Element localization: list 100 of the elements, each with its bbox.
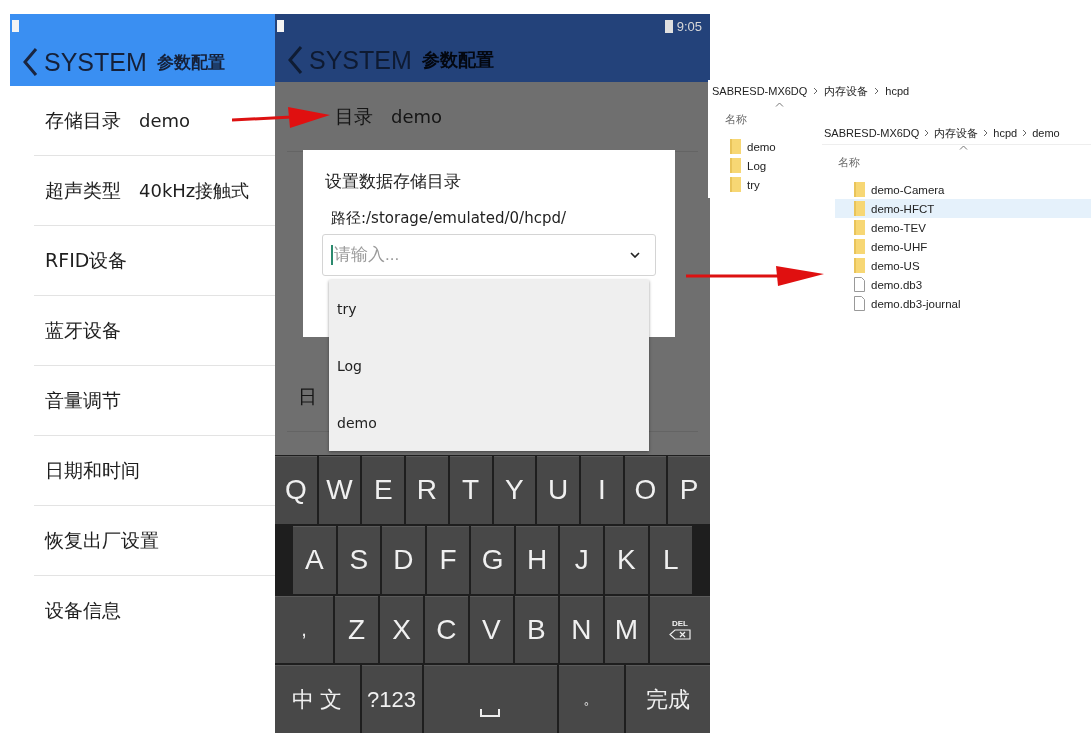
key[interactable]: P bbox=[668, 456, 711, 524]
key[interactable]: B bbox=[514, 595, 558, 664]
file-row[interactable]: demo.db3 bbox=[835, 275, 1091, 294]
dialog-title: 设置数据存储目录 bbox=[324, 170, 462, 193]
breadcrumb-item[interactable]: 内存设备 bbox=[934, 125, 979, 141]
backspace-icon bbox=[668, 629, 691, 641]
key[interactable]: 完成 bbox=[625, 665, 710, 733]
file-row[interactable]: demo-Camera bbox=[835, 180, 1091, 199]
chevron-right-icon bbox=[1022, 129, 1028, 137]
back-button[interactable] bbox=[22, 47, 38, 77]
breadcrumb-item[interactable]: hcpd bbox=[885, 85, 910, 97]
key[interactable]: V bbox=[469, 595, 513, 664]
key[interactable]: T bbox=[449, 456, 492, 524]
battery-icon bbox=[664, 19, 673, 33]
key[interactable]: I bbox=[580, 456, 623, 524]
key[interactable]: J bbox=[560, 525, 603, 594]
key[interactable]: Q bbox=[275, 456, 317, 524]
setting-label: 超声类型 bbox=[45, 177, 121, 203]
space-key[interactable] bbox=[423, 665, 557, 733]
key[interactable]: D bbox=[382, 525, 425, 594]
key[interactable]: C bbox=[424, 595, 468, 664]
key[interactable]: F bbox=[426, 525, 470, 594]
screen-title: SYSTEM bbox=[309, 45, 412, 75]
key[interactable]: A bbox=[293, 525, 336, 594]
file-row[interactable]: demo-TEV bbox=[835, 218, 1091, 237]
symbols-key[interactable]: ?123 bbox=[361, 665, 422, 733]
setting-label: 恢复出厂设置 bbox=[45, 527, 159, 553]
folder-icon bbox=[854, 182, 865, 197]
dropdown-option[interactable]: Log bbox=[329, 337, 649, 394]
notification-icon bbox=[12, 20, 19, 32]
setting-value: demo bbox=[139, 110, 191, 131]
setting-label: 日 bbox=[298, 383, 317, 409]
chevron-right-icon bbox=[924, 129, 930, 137]
folder-icon bbox=[730, 139, 741, 154]
key[interactable]: L bbox=[649, 525, 693, 594]
file-row[interactable]: Log bbox=[708, 156, 767, 175]
folder-icon bbox=[854, 220, 865, 235]
chevron-right-icon bbox=[813, 87, 819, 95]
column-header[interactable]: 名称 bbox=[822, 155, 1091, 180]
key[interactable]: X bbox=[380, 595, 423, 664]
key[interactable]: S bbox=[337, 525, 381, 594]
file-icon bbox=[854, 277, 865, 292]
setting-label: 设备信息 bbox=[45, 597, 121, 623]
setting-label: 存储目录 bbox=[45, 107, 121, 133]
screen-subtitle: 参数配置 bbox=[156, 50, 225, 74]
folder-icon bbox=[730, 177, 741, 192]
breadcrumb-item[interactable]: SABRESD-MX6DQ bbox=[712, 85, 808, 97]
key[interactable]: Y bbox=[493, 456, 536, 524]
key[interactable]: 中 文 bbox=[275, 665, 360, 733]
file-row[interactable]: demo-HFCT bbox=[835, 199, 1091, 218]
space-bar-icon bbox=[480, 709, 501, 717]
folder-icon bbox=[854, 258, 865, 273]
setting-value: demo bbox=[391, 106, 443, 127]
column-header[interactable]: 名称 bbox=[708, 112, 747, 137]
file-row[interactable]: demo bbox=[708, 137, 776, 156]
delete-label: DEL bbox=[671, 619, 688, 629]
key[interactable]: E bbox=[362, 456, 405, 524]
file-row[interactable]: demo-US bbox=[835, 256, 1091, 275]
folder-icon bbox=[854, 239, 865, 254]
screen-title: SYSTEM bbox=[44, 47, 147, 77]
file-row[interactable]: try bbox=[708, 175, 760, 194]
notification-icon bbox=[277, 20, 284, 32]
chevron-right-icon bbox=[983, 129, 989, 137]
sort-caret-icon bbox=[959, 145, 968, 150]
key[interactable]: R bbox=[406, 456, 448, 524]
chevron-down-icon bbox=[630, 252, 640, 258]
key[interactable]: W bbox=[318, 456, 361, 524]
breadcrumb-item[interactable]: demo bbox=[1032, 127, 1060, 139]
key[interactable]: O bbox=[624, 456, 667, 524]
breadcrumb-item[interactable]: hcpd bbox=[993, 127, 1018, 139]
key[interactable]: U bbox=[537, 456, 579, 524]
file-row[interactable]: demo.db3-journal bbox=[835, 294, 1091, 313]
key[interactable]: H bbox=[515, 525, 559, 594]
setting-value: 40kHz接触式 bbox=[139, 178, 250, 203]
file-icon bbox=[854, 296, 865, 311]
path-label: 路径:/storage/emulated/0/hcpd/ bbox=[330, 208, 567, 228]
setting-label: 蓝牙设备 bbox=[45, 317, 121, 343]
chevron-right-icon bbox=[874, 87, 880, 95]
breadcrumb-item[interactable]: SABRESD-MX6DQ bbox=[824, 127, 920, 139]
folder-icon bbox=[730, 158, 741, 173]
key[interactable]: G bbox=[471, 525, 514, 594]
key[interactable]: K bbox=[604, 525, 648, 594]
settings-row[interactable]: 设备信息 bbox=[34, 576, 275, 645]
status-time: 9:05 bbox=[676, 18, 702, 34]
key[interactable]: , bbox=[275, 595, 333, 664]
setting-label: 音量调节 bbox=[45, 387, 121, 413]
key[interactable]: Z bbox=[335, 595, 378, 664]
breadcrumb-item[interactable]: 内存设备 bbox=[824, 83, 869, 99]
setting-label: RFID设备 bbox=[45, 247, 128, 273]
key[interactable]: M bbox=[604, 595, 648, 664]
key[interactable]: N bbox=[559, 595, 603, 664]
dropdown-option[interactable]: try bbox=[329, 280, 649, 337]
folder-icon bbox=[854, 201, 865, 216]
delete-key[interactable]: DEL bbox=[649, 595, 710, 664]
setting-label: 目录 bbox=[335, 103, 373, 129]
file-row[interactable]: demo-UHF bbox=[835, 237, 1091, 256]
key[interactable]: 。 bbox=[559, 665, 624, 733]
setting-label: 日期和时间 bbox=[45, 457, 140, 483]
dropdown-option[interactable]: demo bbox=[329, 394, 649, 451]
directory-combo-field[interactable]: 请输入... bbox=[322, 234, 656, 276]
